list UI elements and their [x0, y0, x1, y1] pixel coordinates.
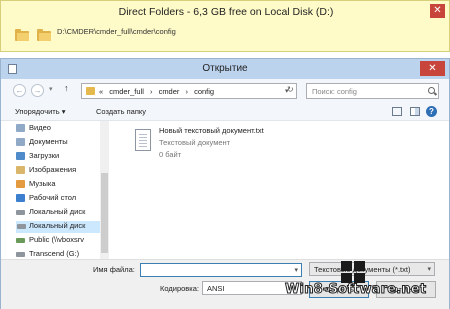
documents-icon: [16, 138, 25, 146]
filename-input[interactable]: ▾: [140, 263, 302, 277]
network-drive-icon: [16, 238, 25, 243]
sidebar-item-downloads[interactable]: Загрузки: [16, 151, 59, 163]
navigation-scrollbar[interactable]: [100, 121, 109, 259]
filename-label: Имя файла:: [93, 265, 135, 274]
dialog-titlebar: Открытие ✕: [1, 59, 449, 79]
breadcrumb-item[interactable]: config: [194, 87, 214, 96]
address-bar[interactable]: « cmder_full › cmder › config ▾: [81, 83, 297, 99]
organize-button[interactable]: Упорядочить ▾: [15, 107, 65, 116]
sidebar-item-video[interactable]: Видео: [16, 123, 51, 135]
breadcrumb: « cmder_full › cmder › config: [99, 87, 218, 96]
navigation-pane: Видео Документы Загрузки Изображения Муз…: [11, 121, 109, 259]
direct-folders-close-button[interactable]: ✕: [430, 4, 445, 18]
breadcrumb-item[interactable]: cmder: [159, 87, 180, 96]
refresh-button[interactable]: ↻: [287, 85, 294, 94]
drive-icon: [16, 210, 25, 215]
sidebar-item-transcend[interactable]: Transcend (G:): [16, 249, 79, 259]
command-bar: Упорядочить ▾ Создать папку ?: [1, 103, 449, 121]
direct-folders-panel: Direct Folders - 6,3 GB free on Local Di…: [0, 0, 450, 52]
dialog-close-button[interactable]: ✕: [420, 61, 445, 76]
file-type: Текстовый документ: [159, 138, 231, 147]
downloads-icon: [16, 152, 25, 160]
usb-drive-icon: [16, 252, 25, 257]
video-icon: [16, 124, 25, 132]
music-icon: [16, 180, 25, 188]
new-folder-button[interactable]: Создать папку: [96, 107, 146, 116]
breadcrumb-overflow[interactable]: «: [99, 87, 103, 96]
view-options-icon[interactable]: [392, 107, 402, 116]
search-placeholder: Поиск: config: [312, 87, 357, 96]
recent-locations-dropdown[interactable]: ▾: [49, 85, 53, 93]
file-name: Новый текстовый документ.txt: [159, 126, 264, 135]
folder-icon[interactable]: [15, 29, 29, 41]
file-size: 0 байт: [159, 150, 182, 159]
sidebar-item-desktop[interactable]: Рабочий стол: [16, 193, 76, 205]
help-icon[interactable]: ?: [426, 106, 437, 117]
watermark: Win8-Software.net: [283, 256, 450, 309]
back-button[interactable]: ←: [13, 84, 26, 97]
encoding-value: ANSI: [207, 284, 225, 293]
sidebar-item-pictures[interactable]: Изображения: [16, 165, 76, 177]
sidebar-item-local-disk-c[interactable]: Локальный диск: [16, 207, 85, 219]
sidebar-item-music[interactable]: Музыка: [16, 179, 56, 191]
watermark-text: Win8-Software.net: [284, 282, 427, 298]
dialog-title: Открытие: [202, 63, 248, 74]
drive-icon: [17, 224, 26, 229]
sidebar-item-local-disk-d[interactable]: Локальный диск: [16, 221, 108, 233]
windows-logo-icon: [341, 261, 365, 283]
breadcrumb-separator[interactable]: ›: [186, 87, 189, 96]
preview-pane-icon[interactable]: [410, 107, 420, 116]
forward-button[interactable]: →: [31, 84, 44, 97]
up-button[interactable]: ↑: [64, 83, 69, 93]
breadcrumb-item[interactable]: cmder_full: [109, 87, 144, 96]
navigation-bar: ← → ▾ ↑ « cmder_full › cmder › config ▾ …: [1, 79, 449, 103]
sidebar-item-public[interactable]: Public (\\vboxsrv: [16, 235, 84, 247]
direct-folders-title: Direct Folders - 6,3 GB free on Local Di…: [118, 6, 334, 18]
direct-folders-path[interactable]: D:\CMDER\cmder_full\cmder\config: [57, 27, 176, 36]
text-file-icon: [135, 129, 151, 151]
folder-icon: [86, 87, 95, 95]
pictures-icon: [16, 166, 25, 174]
desktop-icon: [16, 194, 25, 202]
breadcrumb-separator[interactable]: ›: [150, 87, 153, 96]
sidebar-item-documents[interactable]: Документы: [16, 137, 68, 149]
search-icon: [428, 87, 435, 94]
scrollbar-thumb[interactable]: [101, 173, 108, 253]
encoding-label: Кодировка:: [160, 284, 199, 293]
search-input[interactable]: Поиск: config: [306, 83, 439, 99]
folder-icon[interactable]: [37, 29, 51, 41]
